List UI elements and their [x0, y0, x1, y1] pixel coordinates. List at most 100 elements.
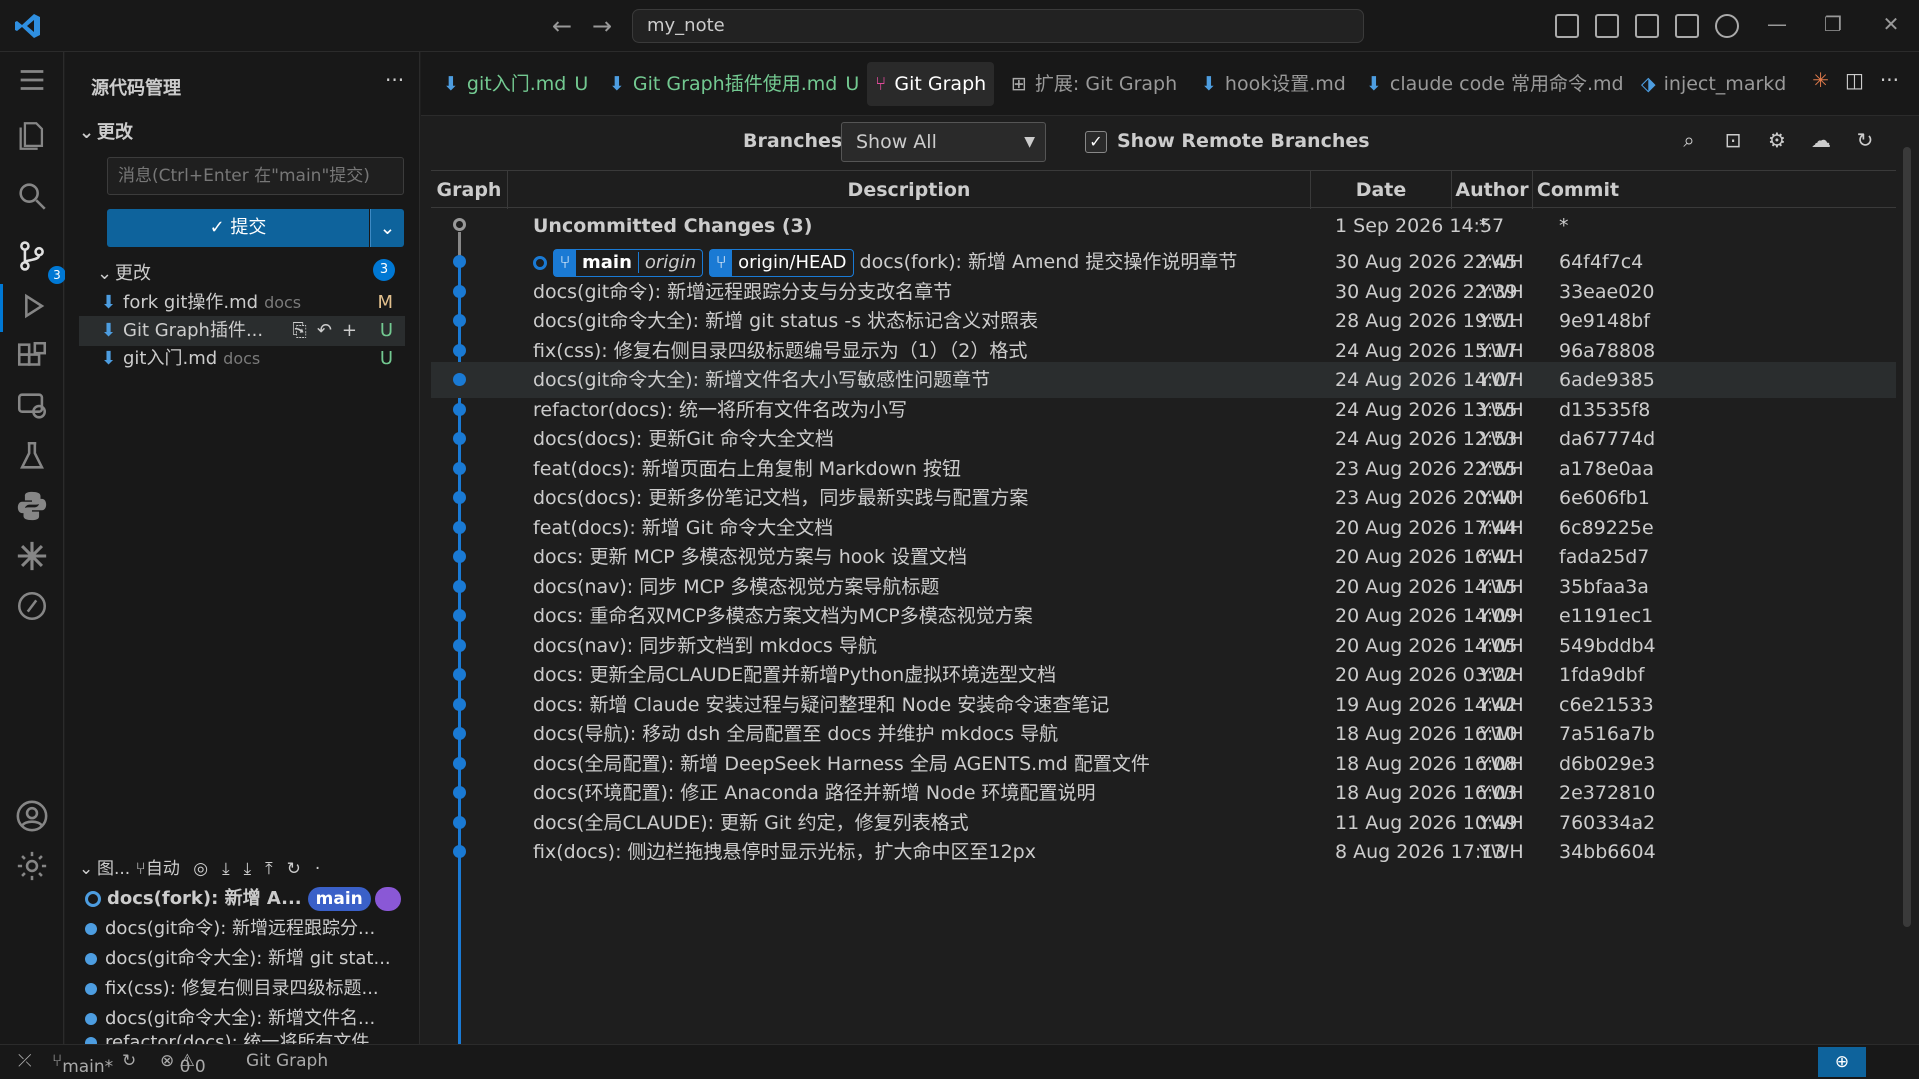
- commit-message-input[interactable]: 消息(Ctrl+Enter 在"main"提交): [107, 157, 404, 195]
- terminal-icon[interactable]: ⊡: [1721, 128, 1745, 152]
- tab-git-graph[interactable]: ⑂ Git Graph: [867, 62, 995, 106]
- commit-dropdown-button[interactable]: ⌄: [370, 209, 404, 247]
- branch-ref-main[interactable]: ⑂ main origin: [553, 248, 704, 277]
- graph-item-text: docs(git命令): 新增远程跟踪分...: [105, 918, 376, 939]
- run-debug-icon[interactable]: [12, 286, 52, 326]
- sync-icon[interactable]: ↻: [122, 1051, 136, 1071]
- minimize-button[interactable]: —: [1762, 12, 1792, 36]
- table-row[interactable]: fix(docs): 侧边栏拖拽悬停时显示光标，扩大命中区至12px 8 Aug …: [431, 834, 1896, 870]
- copilot-icon[interactable]: [12, 586, 52, 626]
- markdown-icon: ⬇: [443, 73, 459, 95]
- changes-group-header[interactable]: ⌄ 更改: [97, 259, 151, 285]
- graph-dot: [85, 923, 97, 935]
- testing-icon[interactable]: [12, 436, 52, 476]
- graph-toolbar-icons[interactable]: ◎⤓⤓⤒↻·: [193, 859, 334, 879]
- customize-layout-icon[interactable]: [1595, 14, 1619, 38]
- claude-icon[interactable]: ✳: [1812, 68, 1829, 92]
- remote-ref-head[interactable]: ⑂ origin/HEAD: [709, 248, 854, 277]
- tab-claude-code[interactable]: ⬇ claude code 常用命令.md: [1366, 62, 1624, 106]
- show-remote-label[interactable]: Show Remote Branches: [1117, 130, 1370, 152]
- author-column-header[interactable]: Author: [1452, 171, 1533, 209]
- file-item[interactable]: ⬇ git入门.md docs U: [79, 344, 405, 374]
- commit-commit: 34bb6604: [1559, 841, 1656, 863]
- chevron-down-icon: ⌄: [79, 859, 94, 879]
- graph-section-label: 图...: [97, 859, 131, 879]
- dropdown-arrow-icon: ▼: [1024, 134, 1035, 150]
- claude-icon[interactable]: [12, 536, 52, 576]
- extensions-icon[interactable]: [12, 336, 52, 376]
- tab-inject-markdown[interactable]: ⬗ inject_markd: [1641, 62, 1786, 106]
- graph-list-item[interactable]: docs(git命令大全): 新增 git stat...: [85, 944, 405, 974]
- graph-dot: [453, 373, 466, 386]
- file-name: fork git操作.md: [123, 292, 259, 313]
- more-icon[interactable]: ···: [1880, 68, 1899, 92]
- tab-extension-git-graph[interactable]: ⊞ 扩展: Git Graph: [1011, 62, 1177, 106]
- graph-dot: [453, 697, 466, 711]
- file-actions[interactable]: ⎘↶+: [292, 316, 367, 346]
- globe-icon[interactable]: [1715, 14, 1739, 38]
- changes-group-label: 更改: [115, 263, 151, 284]
- remote-icon[interactable]: ⤫: [18, 1051, 32, 1071]
- zoom-icon[interactable]: ⊕: [1818, 1047, 1866, 1077]
- graph-column-header[interactable]: Graph: [431, 171, 508, 209]
- graph-dot: [453, 520, 466, 534]
- file-item[interactable]: ⬇ fork git操作.md docs M: [79, 288, 405, 318]
- search-icon[interactable]: ⌕: [1677, 128, 1701, 152]
- toggle-secondary-sidebar-icon[interactable]: [1675, 14, 1699, 38]
- graph-dot: [453, 727, 466, 740]
- graph-dot: [85, 983, 97, 995]
- changes-section-header[interactable]: ⌄ 更改: [79, 118, 133, 144]
- command-center[interactable]: my_note: [632, 9, 1364, 43]
- table-header: Graph Description Date Author Commit: [431, 170, 1896, 209]
- more-actions-button[interactable]: ···: [385, 68, 404, 92]
- fetch-cloud-icon[interactable]: ☁: [1809, 128, 1833, 152]
- graph-list-item[interactable]: docs(git命令): 新增远程跟踪分...: [85, 914, 405, 944]
- remote-explorer-icon[interactable]: [12, 386, 52, 426]
- account-icon[interactable]: [12, 796, 52, 836]
- active-indicator: [0, 284, 3, 332]
- branch-icon: ⑂: [554, 249, 576, 276]
- back-button[interactable]: ←: [548, 12, 576, 40]
- uncommitted-row[interactable]: Uncommitted Changes (3) 1 Sep 2026 14:57…: [431, 208, 1896, 244]
- git-graph-controls: Branches: Show All ▼ ✓ Show Remote Branch…: [421, 116, 1901, 172]
- toggle-primary-sidebar-icon[interactable]: [1555, 14, 1579, 38]
- graph-list-item[interactable]: refactor(docs): 统一将所有文件...: [85, 1028, 405, 1044]
- chevron-down-icon: ⌄: [79, 122, 95, 143]
- git-graph-status[interactable]: Git Graph: [246, 1051, 328, 1071]
- explorer-icon[interactable]: [12, 116, 52, 156]
- tab-hook-settings[interactable]: ⬇ hook设置.md: [1201, 62, 1346, 106]
- python-file-icon: ⬗: [1641, 73, 1656, 95]
- close-button[interactable]: ✕: [1876, 12, 1906, 36]
- file-item[interactable]: ⬇ Git Graph插件... ⎘↶+ U: [79, 316, 405, 346]
- commit-column-header[interactable]: Commit: [1533, 171, 1623, 209]
- commit-button[interactable]: ✓ 提交: [107, 209, 369, 247]
- graph-list-item[interactable]: fix(css): 修复右侧目录四级标题...: [85, 974, 405, 1004]
- branches-select[interactable]: Show All ▼: [841, 122, 1046, 162]
- split-editor-icon[interactable]: ◫: [1845, 68, 1864, 92]
- tab-git-graph-plugin[interactable]: ⬇ Git Graph插件使用.md U: [609, 62, 859, 106]
- editor-area: ⬇ git入门.md U ⬇ Git Graph插件使用.md U ⑂ Git Graph…: [421, 52, 1919, 1044]
- description-column-header[interactable]: Description: [508, 171, 1311, 209]
- refresh-icon[interactable]: ↻: [1853, 128, 1877, 152]
- python-icon[interactable]: [12, 486, 52, 526]
- scrollbar[interactable]: [1903, 147, 1911, 927]
- graph-auto-label[interactable]: 自动: [146, 859, 180, 879]
- toggle-panel-icon[interactable]: [1635, 14, 1659, 38]
- settings-gear-icon[interactable]: ⚙: [1765, 128, 1789, 152]
- forward-button[interactable]: →: [588, 12, 616, 40]
- source-control-icon[interactable]: 3: [12, 236, 66, 284]
- graph-section-header[interactable]: ⌄ 图... ⑂自动 ◎⤓⤓⤒↻·: [79, 854, 405, 884]
- graph-list-item[interactable]: docs(fork): 新增 A... main: [85, 884, 405, 914]
- status-bar: ⤫ ⑂ main* ↻ ⊗ 0 ⚠ 0 Git Graph ⊕: [0, 1044, 1919, 1079]
- settings-gear-icon[interactable]: [12, 846, 52, 886]
- graph-dot: [453, 402, 466, 416]
- maximize-button[interactable]: ❐: [1818, 12, 1848, 36]
- menu-icon[interactable]: [12, 60, 52, 100]
- search-icon[interactable]: [12, 176, 52, 216]
- graph-dot: [453, 668, 466, 681]
- show-remote-checkbox[interactable]: ✓: [1085, 131, 1107, 153]
- date-column-header[interactable]: Date: [1311, 171, 1452, 209]
- problems-status[interactable]: ⊗ 0 ⚠ 0: [160, 1051, 206, 1077]
- branch-status[interactable]: ⑂ main*: [52, 1051, 113, 1077]
- tab-git-intro[interactable]: ⬇ git入门.md U: [443, 62, 588, 106]
